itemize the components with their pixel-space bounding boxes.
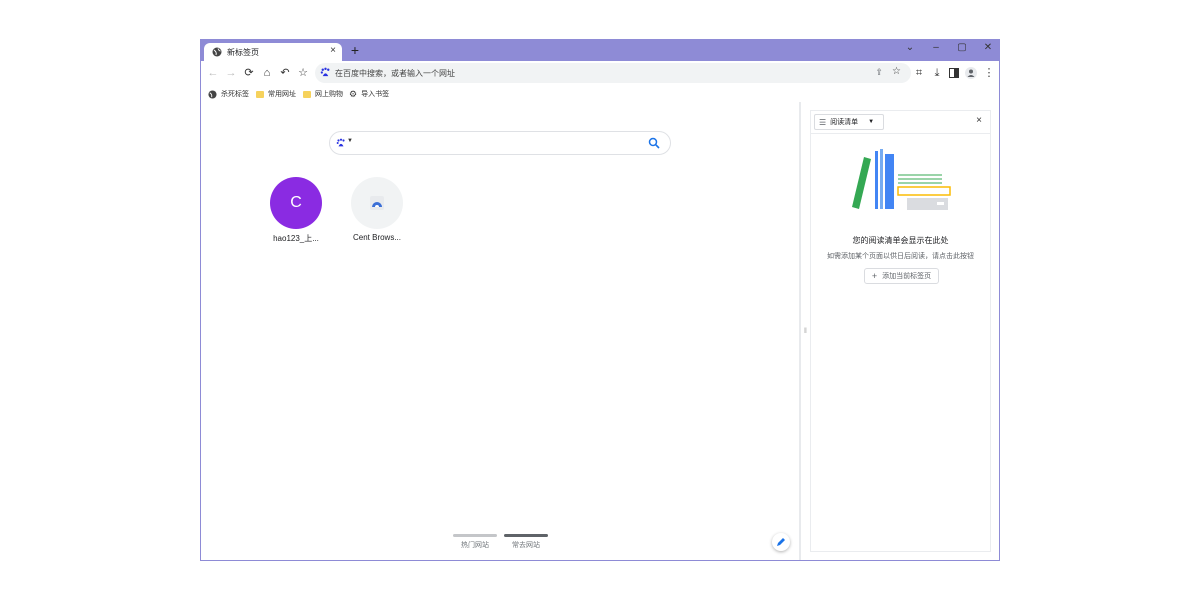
tab-label: 常去网站 xyxy=(512,542,540,549)
crop-icon[interactable]: ⌗ xyxy=(911,65,927,81)
bookmark-item[interactable]: 杀死标签 xyxy=(208,88,249,100)
bookmark-folder[interactable]: 常用网址 xyxy=(256,88,296,100)
profile-avatar[interactable] xyxy=(963,65,979,81)
new-tab-button[interactable]: + xyxy=(347,43,363,59)
side-panel-selector[interactable]: ☰ 阅读清单 ▼ xyxy=(814,114,884,130)
back-button[interactable]: ← xyxy=(205,65,221,81)
reading-list-icon: ☰ xyxy=(819,117,827,127)
reading-list-illustration xyxy=(852,149,951,210)
undo-close-tab-button[interactable]: ↶ xyxy=(277,65,293,81)
close-window-button[interactable]: ✕ xyxy=(975,42,1001,63)
search-icon[interactable] xyxy=(648,137,660,149)
shortcut-label: hao123_上... xyxy=(273,234,319,243)
bookmark-label: 常用网址 xyxy=(268,91,296,98)
empty-state-subtitle: 如需添加某个页面以供日后阅读，请点击此按钮 xyxy=(827,253,974,260)
shortcut-avatar xyxy=(351,177,403,229)
omnibox-placeholder: 在百度中搜索，或者输入一个网址 xyxy=(335,69,455,78)
resize-grip-icon[interactable]: ‖ xyxy=(804,328,807,335)
add-current-tab-button[interactable]: + 添加当前标签页 xyxy=(864,268,939,284)
panel-divider[interactable] xyxy=(799,102,801,560)
chevron-down-icon[interactable]: ▼ xyxy=(347,138,353,144)
toolbar: ← → ⟳ ⌂ ↶ ☆ 在百度中搜索，或者输入一个网址 ⇪ ☆ ⌗ ⤓ ⋮ xyxy=(201,61,999,85)
customize-button[interactable] xyxy=(772,533,790,551)
baidu-paw-icon xyxy=(320,67,330,77)
tab-search-icon[interactable]: ⌄ xyxy=(897,42,923,63)
maximize-button[interactable]: ▢ xyxy=(949,42,975,63)
bookmark-label: 杀死标签 xyxy=(221,91,249,98)
add-current-tab-label: 添加当前标签页 xyxy=(882,273,932,280)
tab-title: 新标签页 xyxy=(227,48,259,57)
minimize-button[interactable]: – xyxy=(923,42,949,63)
side-panel-icon[interactable] xyxy=(946,65,962,81)
reload-button[interactable]: ⟳ xyxy=(241,65,257,81)
side-panel-header: ☰ 阅读清单 ▼ × xyxy=(811,111,990,134)
bookmark-star-button[interactable]: ☆ xyxy=(295,65,311,81)
download-icon[interactable]: ⤓ xyxy=(929,65,945,81)
pencil-icon xyxy=(777,538,785,546)
tab-indicator xyxy=(453,534,497,537)
chevron-down-icon: ▼ xyxy=(868,119,875,125)
globe-icon xyxy=(208,89,217,99)
tab-frequent-sites[interactable]: 常去网站 xyxy=(504,534,548,550)
bookmark-label: 网上购物 xyxy=(315,91,343,98)
close-side-panel-icon[interactable]: × xyxy=(976,115,982,126)
browser-window: 新标签页 × + ⌄ – ▢ ✕ ← → ⟳ ⌂ ↶ ☆ 在百度中搜索，或者输入… xyxy=(200,39,1000,561)
forward-button[interactable]: → xyxy=(223,65,239,81)
shortcut-tile[interactable]: C hao123_上... xyxy=(264,177,328,244)
tab-indicator xyxy=(504,534,548,537)
bookmarks-bar: 杀死标签 常用网址 网上购物 ⚙ 导入书签 xyxy=(201,85,999,102)
ntp-search-box[interactable]: ▼ xyxy=(329,131,671,155)
shortcut-avatar: C xyxy=(270,177,322,229)
menu-icon[interactable]: ⋮ xyxy=(981,65,997,81)
bookmark-this-page-icon[interactable]: ☆ xyxy=(892,66,901,77)
bookmark-folder[interactable]: 网上购物 xyxy=(303,88,343,100)
omnibox[interactable]: 在百度中搜索，或者输入一个网址 ⇪ ☆ xyxy=(315,63,911,83)
new-tab-page: ▼ C hao123_上... Cent Brows... 热门网站 常去网站 xyxy=(201,102,799,560)
bookmark-item[interactable]: ⚙ 导入书签 xyxy=(349,88,389,100)
tab-popular-sites[interactable]: 热门网站 xyxy=(453,534,497,550)
folder-icon xyxy=(256,90,264,98)
tab-new-tab[interactable]: 新标签页 × xyxy=(204,43,342,61)
side-panel: ☰ 阅读清单 ▼ × 您的阅读清单会显示在此处 如需添加某个页面以供日后阅读，请… xyxy=(810,110,991,552)
close-tab-icon[interactable]: × xyxy=(330,45,336,56)
tab-strip: 新标签页 × + ⌄ – ▢ ✕ xyxy=(201,40,999,61)
globe-icon xyxy=(212,47,222,57)
tab-label: 热门网站 xyxy=(461,542,489,549)
plus-icon: + xyxy=(871,271,878,281)
folder-icon xyxy=(303,90,311,98)
gear-icon: ⚙ xyxy=(349,88,358,99)
shortcut-label: Cent Brows... xyxy=(352,233,401,242)
side-panel-selector-label: 阅读清单 xyxy=(830,119,859,126)
baidu-paw-icon xyxy=(336,138,345,147)
bookmark-label: 导入书签 xyxy=(361,91,390,98)
share-icon[interactable]: ⇪ xyxy=(875,67,883,78)
cent-browser-icon xyxy=(370,196,384,210)
empty-state-title: 您的阅读清单会显示在此处 xyxy=(852,236,949,245)
home-button[interactable]: ⌂ xyxy=(259,65,275,81)
shortcut-tile[interactable]: Cent Brows... xyxy=(345,177,409,242)
